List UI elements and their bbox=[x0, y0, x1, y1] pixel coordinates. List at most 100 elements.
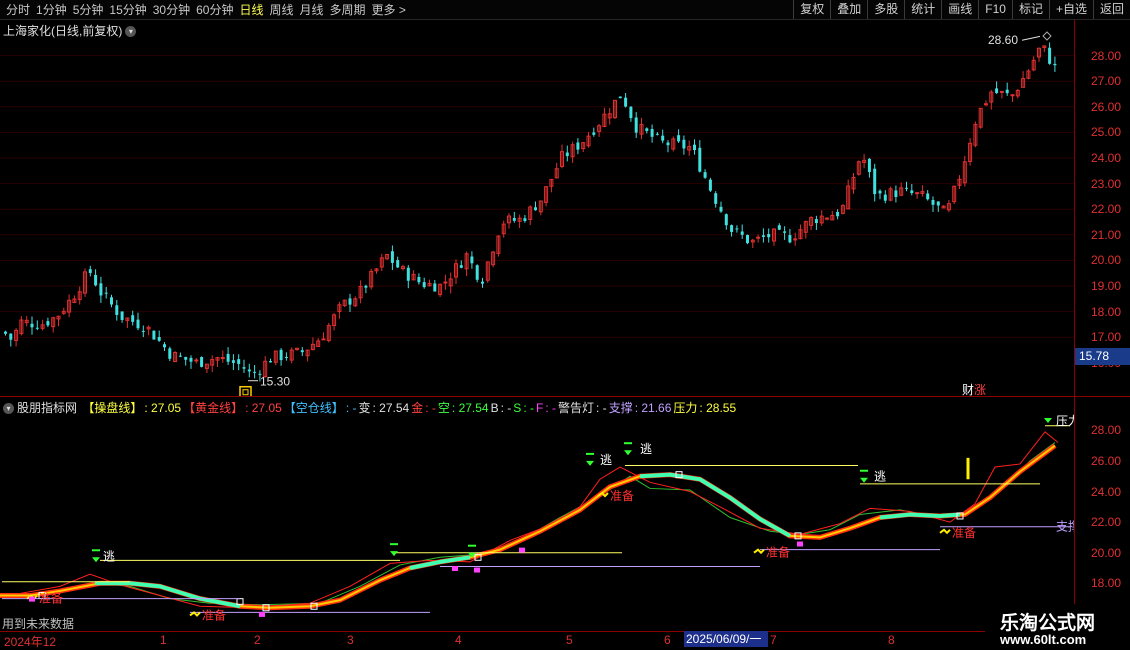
candle-body bbox=[184, 356, 188, 360]
candle-body bbox=[178, 355, 182, 357]
price-tick: 17.00 bbox=[1090, 330, 1121, 345]
candle-body bbox=[523, 218, 527, 221]
period-tab[interactable]: 日线 bbox=[239, 1, 263, 18]
candle-body bbox=[481, 281, 484, 284]
price-tick: 24.00 bbox=[1090, 151, 1121, 165]
candle-body bbox=[814, 219, 818, 224]
candle-body bbox=[136, 319, 140, 329]
indicator-tick: 26.00 bbox=[1090, 453, 1121, 468]
candle-body bbox=[94, 274, 98, 286]
tool-button[interactable]: 叠加 bbox=[830, 0, 867, 19]
candle-body bbox=[756, 236, 761, 239]
candle-body bbox=[724, 214, 728, 226]
candle-body bbox=[650, 129, 654, 137]
candle-body bbox=[157, 336, 161, 341]
period-tab[interactable]: 多周期 bbox=[330, 1, 366, 18]
candle-body bbox=[110, 297, 113, 305]
period-tab[interactable]: 更多 > bbox=[372, 1, 406, 18]
buy-mark bbox=[519, 547, 525, 553]
candle-body bbox=[390, 251, 394, 263]
tool-button[interactable]: 复权 bbox=[793, 0, 830, 19]
candle-body bbox=[693, 144, 696, 150]
diamond-icon bbox=[1042, 31, 1052, 41]
gold-line-bg bbox=[0, 443, 1057, 611]
date-tick: 3 bbox=[347, 633, 354, 647]
tool-buttons: 复权 叠加 多股 统计 画线 F10 标记 +自选 返回 bbox=[793, 0, 1130, 19]
pane-divider bbox=[0, 396, 1130, 397]
period-tab[interactable]: 1分钟 bbox=[36, 1, 67, 18]
prepare-icon bbox=[189, 611, 201, 617]
candle-body bbox=[634, 117, 638, 133]
candle-body bbox=[163, 344, 166, 348]
period-tab[interactable]: 5分钟 bbox=[73, 1, 104, 18]
candle-body bbox=[1005, 89, 1009, 94]
candle-body bbox=[746, 234, 749, 244]
period-toolbar: 分时 1分钟 5分钟 15分钟 30分钟 60分钟 日线 周线 月线 多周期 更多 > 复权 叠加 多股… bbox=[0, 0, 1130, 20]
price-tick: 26.00 bbox=[1090, 99, 1121, 114]
tool-button[interactable]: 统计 bbox=[904, 0, 941, 19]
tool-button[interactable]: 标记 bbox=[1011, 0, 1049, 19]
high-label: 28.60 bbox=[988, 33, 1018, 47]
candle-body bbox=[30, 323, 34, 328]
cyan-segment bbox=[95, 581, 241, 609]
candle-body bbox=[894, 190, 898, 198]
indicator-tick: 24.00 bbox=[1090, 484, 1121, 499]
candle-body bbox=[237, 359, 241, 364]
candle-body bbox=[666, 142, 670, 146]
candle-body bbox=[189, 357, 193, 362]
period-tab[interactable]: 30分钟 bbox=[153, 1, 190, 18]
candle-body bbox=[698, 147, 702, 172]
candle-body bbox=[88, 269, 92, 273]
escape-arrow-icon bbox=[624, 450, 632, 456]
candle-body bbox=[645, 128, 649, 131]
candle-body bbox=[348, 298, 352, 305]
candle-body bbox=[459, 265, 463, 268]
candle-body bbox=[915, 192, 920, 195]
candle-body bbox=[730, 225, 734, 232]
candle-body bbox=[279, 349, 283, 361]
candle-body bbox=[475, 265, 479, 280]
price-tick: 23.00 bbox=[1090, 176, 1121, 191]
escape-label: 逃 bbox=[600, 453, 612, 467]
candle-body bbox=[793, 238, 798, 241]
candle-body bbox=[867, 158, 871, 173]
candlestick-chart[interactable]: 28.60 15.30 bbox=[0, 20, 1074, 396]
buy-mark bbox=[797, 541, 803, 547]
candle-body bbox=[220, 357, 225, 360]
date-tick: 5 bbox=[566, 633, 573, 647]
candle-body bbox=[417, 276, 421, 283]
candle-body bbox=[364, 285, 368, 288]
price-tick: 18.00 bbox=[1090, 304, 1121, 319]
tool-button[interactable]: F10 bbox=[978, 0, 1012, 19]
candle-body bbox=[677, 135, 681, 142]
candle-body bbox=[9, 333, 13, 340]
candle-body bbox=[618, 96, 622, 99]
axis-divider bbox=[1074, 20, 1075, 630]
period-tab[interactable]: 15分钟 bbox=[109, 1, 146, 18]
period-tab[interactable]: 月线 bbox=[300, 1, 324, 18]
candle-body bbox=[825, 217, 829, 220]
tool-button[interactable]: +自选 bbox=[1048, 0, 1093, 19]
candle-body bbox=[35, 327, 39, 329]
date-axis: 2024年12 1 2 3 4 5 6 7 8 bbox=[0, 631, 1074, 650]
price-tick: 28.00 bbox=[1090, 48, 1121, 63]
period-tab[interactable]: 周线 bbox=[269, 1, 293, 18]
period-tab[interactable]: 分时 bbox=[6, 1, 30, 18]
candle-body bbox=[777, 225, 781, 230]
buy-mark bbox=[259, 611, 265, 617]
escape-label: 逃 bbox=[640, 442, 652, 456]
candle-body bbox=[300, 350, 304, 353]
red-line bbox=[0, 431, 1059, 609]
high-pointer bbox=[1021, 35, 1041, 41]
candle-body bbox=[104, 292, 108, 294]
period-tab[interactable]: 60分钟 bbox=[196, 1, 233, 18]
candle-body bbox=[931, 199, 935, 205]
candle-body bbox=[1010, 94, 1015, 97]
candle-body bbox=[115, 305, 119, 315]
indicator-chart[interactable]: 逃逃逃逃准备准备准备准备准备支撑压力 bbox=[0, 413, 1074, 631]
tool-button[interactable]: 返回 bbox=[1092, 0, 1130, 19]
candle-body bbox=[910, 190, 914, 194]
tool-button[interactable]: 多股 bbox=[867, 0, 904, 19]
tool-button[interactable]: 画线 bbox=[941, 0, 978, 19]
candle-body bbox=[740, 231, 744, 235]
